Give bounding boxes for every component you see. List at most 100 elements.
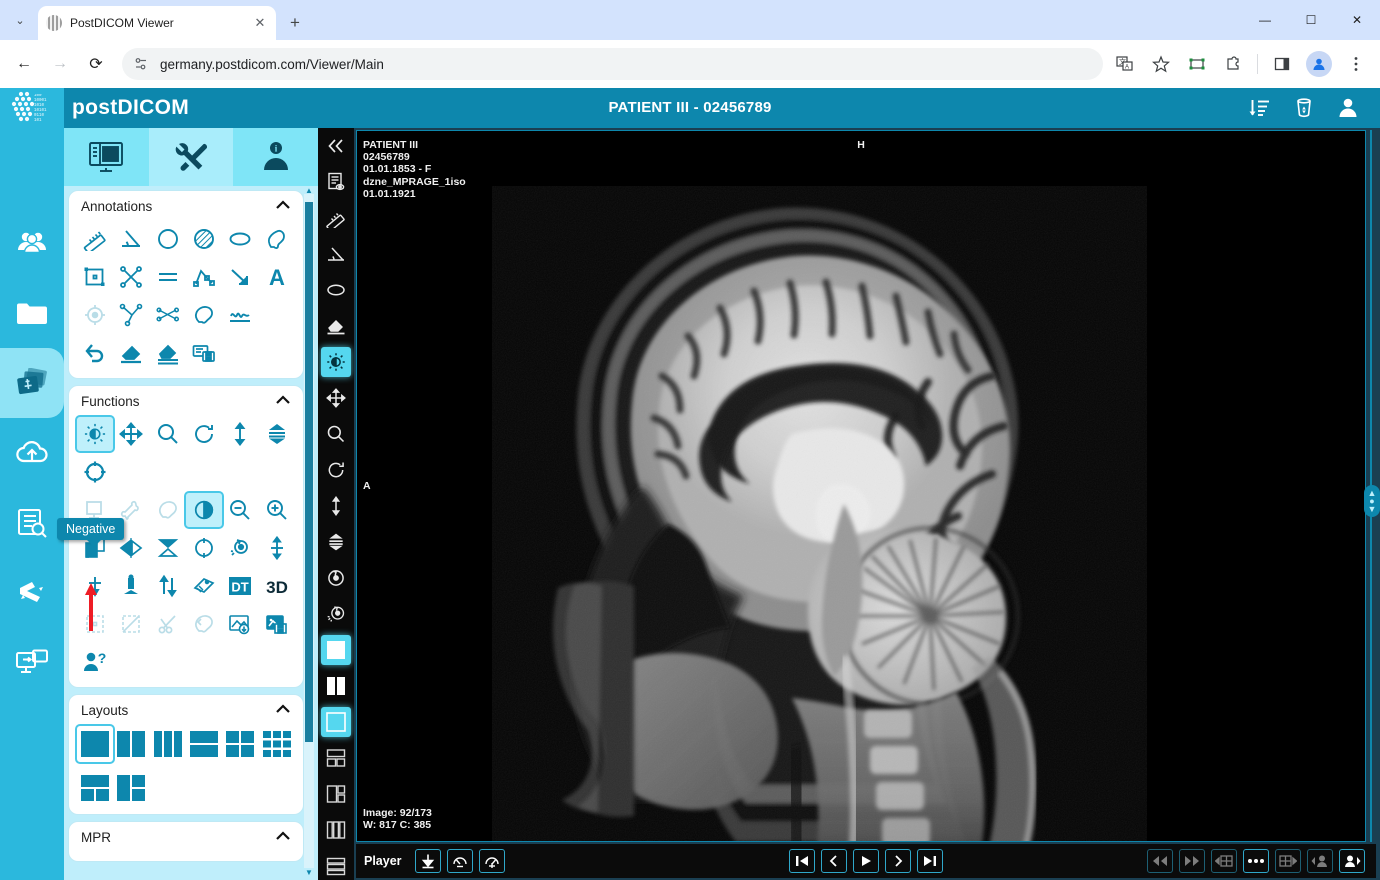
zoom-tool[interactable] bbox=[150, 417, 186, 451]
erase-all-annotations[interactable] bbox=[150, 336, 186, 370]
panel-scrollbar[interactable]: ▲ ▼ bbox=[304, 186, 314, 877]
angle-tool[interactable] bbox=[113, 222, 149, 256]
screen-capture-icon[interactable] bbox=[1185, 52, 1209, 76]
parallel-tool[interactable] bbox=[150, 260, 186, 294]
undo-function[interactable] bbox=[186, 607, 222, 641]
bidirectional-tool[interactable] bbox=[150, 298, 186, 332]
text-tool[interactable]: A bbox=[259, 260, 295, 294]
layout-rows-button[interactable] bbox=[318, 848, 354, 880]
prev-layout-button[interactable] bbox=[1211, 849, 1237, 873]
player-prev-button[interactable] bbox=[821, 849, 847, 873]
arrow-tool[interactable] bbox=[222, 260, 258, 294]
layout-1x2[interactable] bbox=[113, 726, 149, 762]
section-functions-header[interactable]: Functions bbox=[77, 392, 295, 417]
layout-mixed-button[interactable] bbox=[318, 776, 354, 812]
sidebar-item-share[interactable] bbox=[0, 628, 64, 698]
three-d-tool[interactable]: 3D bbox=[259, 569, 295, 603]
circle-tool[interactable] bbox=[150, 222, 186, 256]
site-settings-icon[interactable] bbox=[132, 55, 150, 73]
more-options-button[interactable] bbox=[1243, 849, 1269, 873]
window-level-button[interactable] bbox=[321, 347, 351, 377]
scroll-up-arrow-icon[interactable]: ▲ bbox=[305, 186, 313, 196]
window-level-tool[interactable] bbox=[74, 415, 116, 453]
section-mpr-header[interactable]: MPR bbox=[77, 828, 295, 853]
sidebar-item-upload[interactable] bbox=[0, 418, 64, 488]
crosshair-tool[interactable] bbox=[77, 455, 113, 489]
collapse-panel-button[interactable] bbox=[318, 128, 354, 164]
roi-clear-tool[interactable] bbox=[113, 607, 149, 641]
scroll-handle[interactable]: ▲ ● ▼ bbox=[1364, 485, 1380, 517]
section-layouts-header[interactable]: Layouts bbox=[77, 701, 295, 726]
soft-tissue-preset[interactable] bbox=[150, 493, 186, 527]
rectangle-tool[interactable] bbox=[77, 260, 113, 294]
layout-grid-button[interactable] bbox=[318, 740, 354, 776]
layout-left-big[interactable] bbox=[113, 770, 149, 806]
layout-cols-button[interactable] bbox=[318, 812, 354, 848]
reset-brightness-button[interactable] bbox=[318, 596, 354, 632]
scroll-down-arrow-icon[interactable]: ▼ bbox=[305, 868, 313, 878]
flip-vertical-tool[interactable] bbox=[150, 531, 186, 565]
tab-patient-info[interactable]: i bbox=[233, 128, 319, 186]
negative-tool[interactable] bbox=[183, 491, 225, 529]
series-next-button[interactable] bbox=[1179, 849, 1205, 873]
bookmark-star-icon[interactable] bbox=[1149, 52, 1173, 76]
ruler-tool[interactable] bbox=[77, 222, 113, 256]
sidebar-item-studies[interactable] bbox=[0, 348, 64, 418]
section-annotations-header[interactable]: Annotations bbox=[77, 197, 295, 222]
layout-two-button[interactable] bbox=[318, 668, 354, 704]
pan-button[interactable] bbox=[318, 380, 354, 416]
export-image-tool[interactable] bbox=[222, 607, 258, 641]
tab-viewer[interactable] bbox=[64, 128, 149, 186]
zoom-button[interactable] bbox=[318, 416, 354, 452]
address-bar[interactable]: germany.postdicom.com/Viewer/Main bbox=[122, 48, 1103, 80]
player-next-button[interactable] bbox=[885, 849, 911, 873]
ruler-button[interactable] bbox=[318, 200, 354, 236]
polyline-tool[interactable] bbox=[186, 260, 222, 294]
extensions-icon[interactable] bbox=[1221, 52, 1245, 76]
chevron-up-icon[interactable] bbox=[275, 200, 291, 213]
rotate-button[interactable] bbox=[318, 452, 354, 488]
player-last-button[interactable] bbox=[917, 849, 943, 873]
next-patient-button[interactable] bbox=[1339, 849, 1365, 873]
sort-images-tool[interactable] bbox=[150, 569, 186, 603]
window-close-button[interactable]: ✕ bbox=[1334, 0, 1380, 40]
fit-image-tool[interactable] bbox=[113, 569, 149, 603]
maximize-button[interactable]: ☐ bbox=[1288, 0, 1334, 40]
layout-2x2[interactable] bbox=[222, 726, 258, 762]
cross-tool[interactable] bbox=[113, 260, 149, 294]
erase-annotation[interactable] bbox=[113, 336, 149, 370]
minimize-button[interactable]: — bbox=[1242, 0, 1288, 40]
zoom-out-tool[interactable] bbox=[222, 493, 258, 527]
next-layout-button[interactable] bbox=[1275, 849, 1301, 873]
layout-3x3[interactable] bbox=[259, 726, 295, 762]
chevron-up-icon[interactable] bbox=[275, 395, 291, 408]
cobb-angle-tool[interactable] bbox=[113, 298, 149, 332]
side-panel-icon[interactable] bbox=[1270, 52, 1294, 76]
scroll-tool[interactable] bbox=[222, 417, 258, 451]
new-tab-button[interactable]: + bbox=[282, 10, 308, 36]
scroll-button[interactable] bbox=[318, 488, 354, 524]
forward-button[interactable]: → bbox=[44, 48, 76, 80]
zoom-in-tool[interactable] bbox=[259, 493, 295, 527]
rotate-reset-tool[interactable] bbox=[222, 531, 258, 565]
hatched-circle-tool[interactable] bbox=[186, 222, 222, 256]
image-viewport[interactable]: PATIENT III 02456789 01.01.1853 - F dzne… bbox=[356, 130, 1366, 842]
spline-tool[interactable] bbox=[222, 298, 258, 332]
magnify-tool[interactable] bbox=[186, 531, 222, 565]
reset-button[interactable] bbox=[318, 560, 354, 596]
save-annotation[interactable] bbox=[186, 336, 222, 370]
layout-1-over-2[interactable] bbox=[77, 770, 113, 806]
freehand-tool[interactable] bbox=[259, 222, 295, 256]
stack-button[interactable] bbox=[318, 524, 354, 560]
tab-search-button[interactable]: ⌄ bbox=[6, 7, 34, 33]
player-speed-up-button[interactable] bbox=[478, 849, 505, 873]
close-icon[interactable]: ✕ bbox=[252, 15, 268, 31]
chevron-up-icon[interactable] bbox=[275, 704, 291, 717]
layout-single-alt-button[interactable] bbox=[321, 707, 351, 737]
stack-tool[interactable] bbox=[259, 417, 295, 451]
tab-tools[interactable] bbox=[148, 128, 234, 186]
sidebar-item-patients[interactable] bbox=[0, 208, 64, 278]
dt-tool[interactable]: DT bbox=[222, 569, 258, 603]
layout-1x1[interactable] bbox=[74, 724, 116, 764]
angle-button[interactable] bbox=[318, 236, 354, 272]
